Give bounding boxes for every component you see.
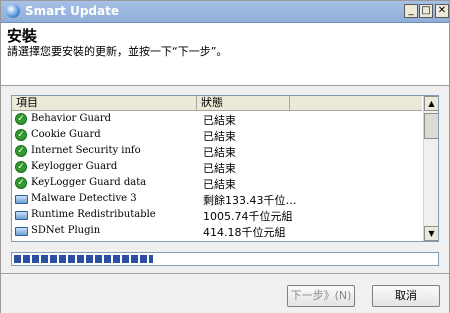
list-item[interactable]: ✓ KeyLogger Guard data 已結束 — [12, 175, 422, 191]
list-item[interactable]: SDNet Plugin 414.18千位元組 — [12, 223, 422, 239]
item-status: 已結束 — [203, 146, 236, 159]
footer: 下一步》(N) 取消 — [1, 273, 449, 313]
next-button[interactable]: 下一步》(N) — [287, 285, 355, 307]
progress-fill — [14, 255, 154, 263]
maximize-button[interactable]: □ — [419, 4, 433, 18]
item-name: KeyLogger Guard data — [31, 177, 147, 188]
item-name: SDNet Plugin — [31, 225, 101, 236]
disk-icon — [15, 211, 28, 220]
item-name: Internet Security info — [31, 145, 141, 156]
title-bar[interactable]: Smart Update _ □ ✕ — [1, 1, 449, 23]
check-icon: ✓ — [15, 161, 27, 173]
item-name: Runtime Redistributable — [31, 209, 156, 220]
list-header: 項目 狀態 — [12, 96, 422, 111]
check-icon: ✓ — [15, 113, 27, 125]
list-item[interactable]: ✓ Cookie Guard 已結束 — [12, 127, 422, 143]
item-name: Cookie Guard — [31, 129, 101, 140]
progress-bar — [11, 252, 439, 266]
updates-list[interactable]: 項目 狀態 ✓ Behavior Guard 已結束 ✓ Cookie Guard 已結束… — [11, 95, 439, 242]
check-icon: ✓ — [15, 145, 27, 157]
check-icon: ✓ — [15, 129, 27, 141]
list-item[interactable]: ✓ Behavior Guard 已結束 — [12, 111, 422, 127]
window-title: Smart Update — [25, 4, 119, 18]
item-name: Keylogger Guard — [31, 161, 118, 172]
globe-icon — [6, 4, 20, 18]
disk-icon — [15, 195, 28, 204]
list-item[interactable]: Malware Detective 3 剩餘133.43千位… — [12, 191, 422, 207]
item-status: 剩餘133.43千位… — [203, 194, 297, 207]
item-status: 414.18千位元組 — [203, 226, 286, 239]
column-header-status[interactable]: 狀態 — [197, 96, 290, 110]
item-status: 已結束 — [203, 130, 236, 143]
column-header-item[interactable]: 項目 — [12, 96, 197, 110]
scroll-thumb[interactable] — [424, 113, 438, 139]
close-button[interactable]: ✕ — [435, 4, 449, 18]
minimize-button[interactable]: _ — [404, 4, 418, 18]
scroll-down-button[interactable]: ▼ — [424, 226, 438, 241]
list-rows: ✓ Behavior Guard 已結束 ✓ Cookie Guard 已結束 ✓ Inter… — [12, 111, 422, 239]
check-icon: ✓ — [15, 177, 27, 189]
cancel-button[interactable]: 取消 — [372, 285, 440, 307]
scroll-up-button[interactable]: ▲ — [424, 96, 438, 111]
item-name: Malware Detective 3 — [31, 193, 137, 204]
disk-icon — [15, 227, 28, 236]
page-subtitle: 請選擇您要安裝的更新，並按一下“下一步”。 — [7, 45, 228, 58]
list-item[interactable]: Runtime Redistributable 1005.74千位元組 — [12, 207, 422, 223]
item-status: 已結束 — [203, 162, 236, 175]
item-status: 已結束 — [203, 178, 236, 191]
vertical-scrollbar[interactable]: ▲ ▼ — [423, 96, 438, 241]
item-status: 已結束 — [203, 114, 236, 127]
item-status: 1005.74千位元組 — [203, 210, 293, 223]
smart-update-window: Smart Update _ □ ✕ 安裝 請選擇您要安裝的更新，並按一下“下一… — [0, 0, 450, 313]
list-item[interactable]: ✓ Internet Security info 已結束 — [12, 143, 422, 159]
page-header: 安裝 請選擇您要安裝的更新，並按一下“下一步”。 — [1, 23, 449, 86]
list-item[interactable]: ✓ Keylogger Guard 已結束 — [12, 159, 422, 175]
item-name: Behavior Guard — [31, 113, 112, 124]
